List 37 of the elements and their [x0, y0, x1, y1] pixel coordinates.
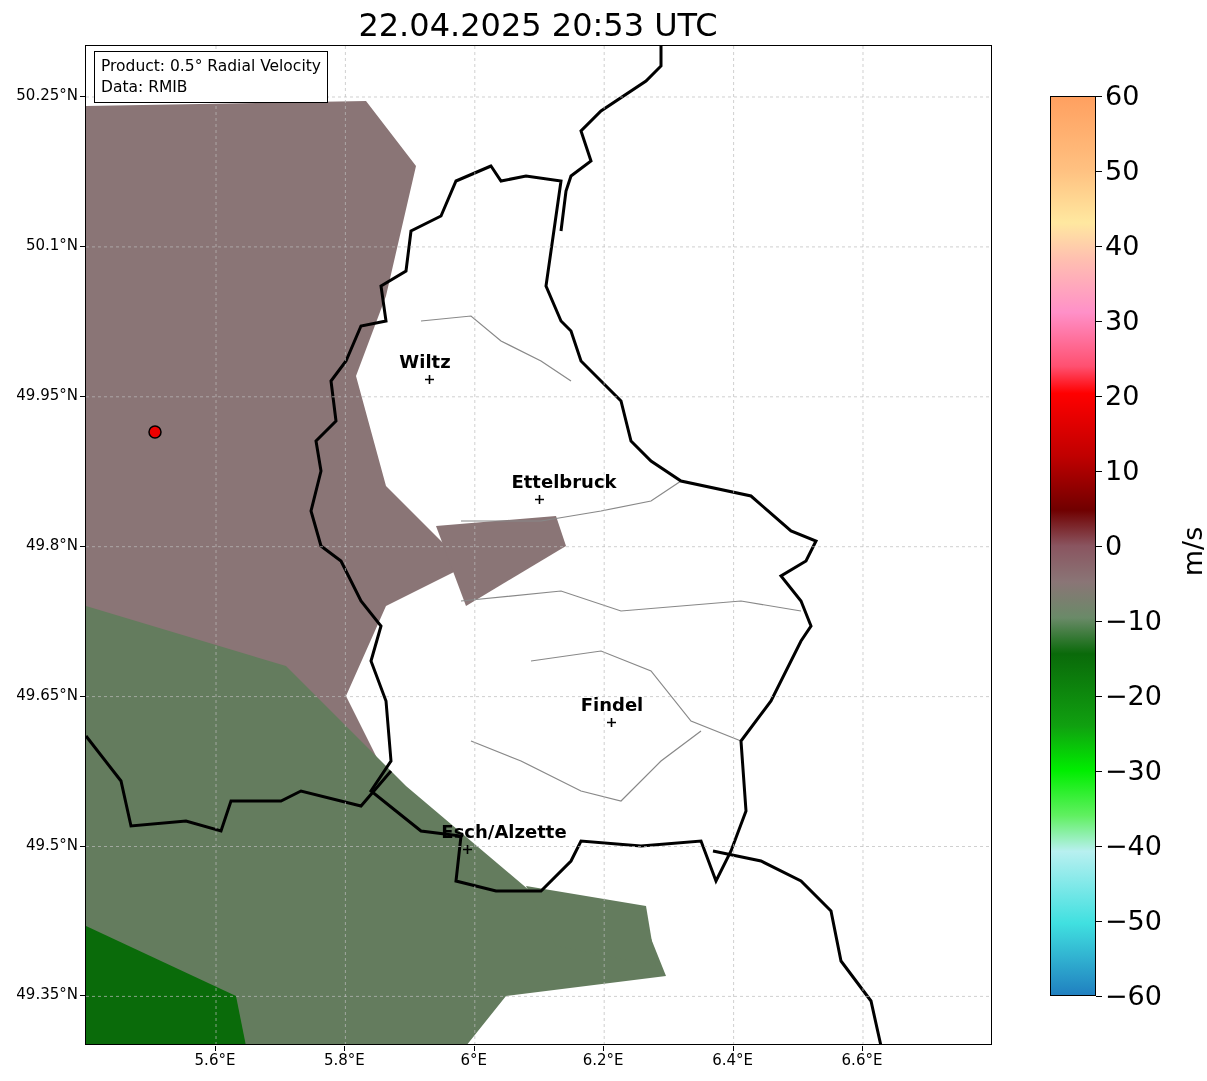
longitude-label: 6.2°E [582, 1053, 624, 1068]
colorbar-tick-label: −10 [1105, 607, 1162, 634]
location-marker-icon [424, 374, 434, 384]
colorbar-tick-label: −60 [1105, 982, 1162, 1009]
latitude-label: 49.5°N [25, 837, 78, 853]
colorbar-tick-label: 50 [1105, 157, 1140, 184]
longitude-label: 5.8°E [323, 1053, 365, 1068]
info-text: Product: 0.5° Radial Velocity [101, 56, 321, 77]
latitude-label: 49.95°N [16, 387, 78, 403]
location-marker-icon [534, 494, 544, 504]
colorbar-tick-label: 30 [1105, 307, 1140, 334]
city-label: Findel [580, 696, 644, 714]
location-marker-icon [606, 717, 616, 727]
longitude-label: 5.6°E [194, 1053, 236, 1068]
colorbar-tick-label: 10 [1105, 457, 1140, 484]
colorbar-tick-label: 20 [1105, 382, 1140, 409]
city-label: Wiltz [399, 353, 451, 371]
latitude-label: 50.25°N [16, 88, 78, 103]
colorbar-tick-label: 0 [1105, 532, 1123, 559]
longitude-label: 6°E [460, 1053, 488, 1068]
colorbar-tick-label: −20 [1105, 682, 1162, 709]
longitude-label: 6.4°E [712, 1053, 753, 1068]
chart-title: 22.04.2025 20:53 UTC [358, 9, 718, 41]
info-text: Data: RMIB [101, 76, 189, 98]
latitude-label: 49.35°N [16, 987, 78, 1003]
colorbar-unit-label: m/s [1179, 526, 1207, 577]
colorbar-tick-label: 40 [1105, 232, 1140, 259]
colorbar-tick-label: 60 [1105, 82, 1140, 109]
latitude-label: 49.8°N [25, 537, 78, 553]
latitude-label: 49.65°N [16, 687, 78, 703]
location-marker-icon [462, 844, 472, 854]
city-label: Ettelbruck [511, 473, 617, 491]
longitude-label: 6.6°E [841, 1053, 883, 1068]
colorbar-tick-label: −50 [1105, 907, 1162, 934]
colorbar-tick-label: −40 [1105, 832, 1162, 859]
colorbar-tick-label: −30 [1105, 757, 1162, 784]
latitude-label: 50.1°N [25, 237, 78, 253]
